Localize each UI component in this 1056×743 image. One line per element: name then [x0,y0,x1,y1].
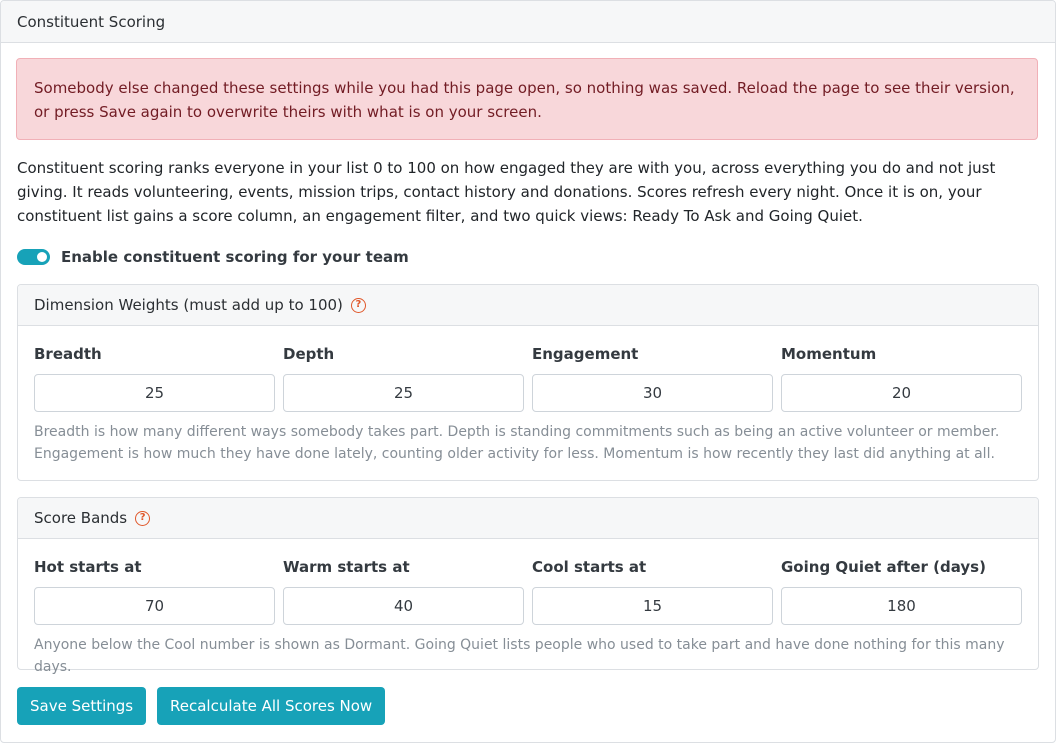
breadth-input[interactable] [34,374,275,412]
enable-scoring-label[interactable]: Enable constituent scoring for your team [61,248,409,266]
momentum-input[interactable] [781,374,1022,412]
dimension-weights-title: Dimension Weights (must add up to 100) [34,296,343,314]
conflict-alert: Somebody else changed these settings whi… [16,58,1038,140]
warm-label: Warm starts at [283,558,410,576]
going-quiet-input[interactable] [781,587,1022,625]
score-bands-header: Score Bands ? [18,498,1038,539]
card-header: Constituent Scoring [1,1,1055,43]
hot-label: Hot starts at [34,558,142,576]
momentum-label: Momentum [781,345,877,363]
toggle-knob [37,252,47,262]
engagement-label: Engagement [532,345,639,363]
breadth-label: Breadth [34,345,102,363]
cool-label: Cool starts at [532,558,647,576]
depth-input[interactable] [283,374,524,412]
weights-help-text: Breadth is how many different ways someb… [34,424,1000,462]
score-bands-panel: Score Bands ? Hot starts at Warm starts … [17,497,1039,675]
warm-input[interactable] [283,587,524,625]
dimension-weights-header: Dimension Weights (must add up to 100) ? [18,285,1038,326]
dimension-weights-panel: Dimension Weights (must add up to 100) ?… [17,284,1039,481]
score-bands-title: Score Bands [34,509,128,527]
dimension-weights-fields: Breadth Depth Engagement Momentum [18,326,1038,416]
going-quiet-label: Going Quiet after (days) [781,558,986,576]
recalculate-scores-button[interactable]: Recalculate All Scores Now [157,687,386,725]
intro-text: Constituent scoring ranks everyone in yo… [17,159,996,225]
score-bands-fields: Hot starts at Warm starts at Cool starts… [18,539,1038,629]
depth-label: Depth [283,345,335,363]
bands-help-text: Anyone below the Cool number is shown as… [34,637,1005,675]
hot-input[interactable] [34,587,275,625]
cool-input[interactable] [532,587,773,625]
engagement-input[interactable] [532,374,773,412]
question-circle-icon[interactable]: ? [135,510,151,526]
enable-scoring-toggle[interactable] [17,249,50,265]
page-title: Constituent Scoring [17,12,166,31]
enable-scoring-row[interactable]: Enable constituent scoring for your team [17,246,409,268]
save-settings-button[interactable]: Save Settings [17,687,147,725]
question-circle-icon[interactable]: ? [350,297,366,313]
